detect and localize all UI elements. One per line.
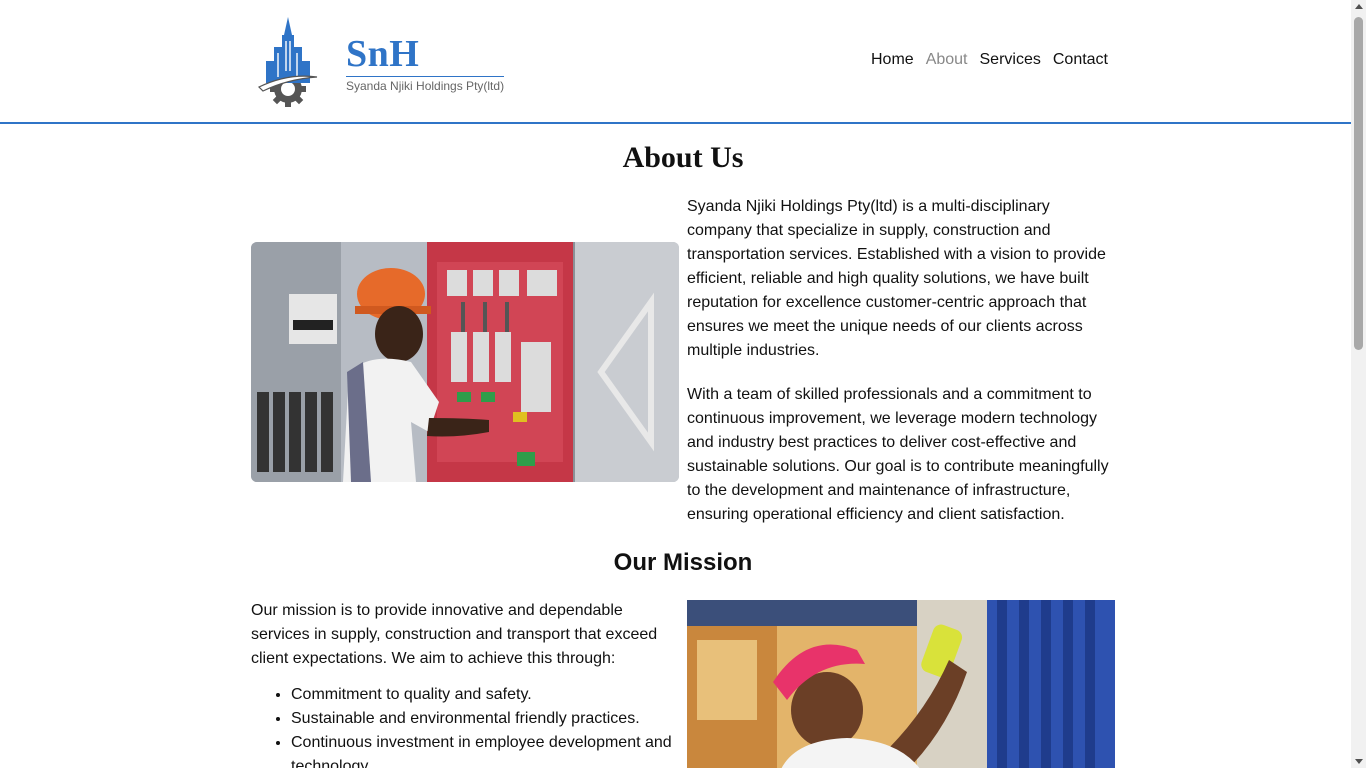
brand-title: SnH [346,33,420,75]
page-scrollbar[interactable] [1351,0,1366,768]
mission-text: Our mission is to provide innovative and… [251,599,679,768]
main-nav: Home About Services Contact [871,51,1108,69]
scroll-up-arrow-icon[interactable] [1355,4,1363,9]
nav-link-home[interactable]: Home [871,51,914,69]
nav-link-about[interactable]: About [926,51,968,69]
brand-block[interactable]: SnH Syanda Njiki Holdings Pty(ltd) [346,34,504,93]
mission-list: Commitment to quality and safety. Sustai… [251,683,679,768]
worker-photo [687,600,1115,768]
nav-link-services[interactable]: Services [980,51,1041,69]
electrician-photo [251,242,679,482]
list-item: Sustainable and environmental friendly p… [291,707,679,731]
nav-link-contact[interactable]: Contact [1053,51,1108,69]
brand-divider [346,76,504,77]
about-text: Syanda Njiki Holdings Pty(ltd) is a mult… [687,195,1115,547]
mission-intro: Our mission is to provide innovative and… [251,602,658,667]
list-item: Continuous investment in employee develo… [291,731,679,768]
company-logo-icon[interactable] [257,15,319,107]
brand-subtitle: Syanda Njiki Holdings Pty(ltd) [346,79,505,93]
scrollbar-thumb[interactable] [1354,17,1363,350]
about-paragraph: Syanda Njiki Holdings Pty(ltd) is a mult… [687,198,1106,359]
scroll-down-arrow-icon[interactable] [1355,759,1363,764]
about-paragraph: With a team of skilled professionals and… [687,386,1109,523]
about-heading: About Us [622,141,744,174]
list-item: Commitment to quality and safety. [291,683,679,707]
mission-heading: Our Mission [613,549,753,576]
site-header: SnH Syanda Njiki Holdings Pty(ltd) Home … [0,0,1351,124]
